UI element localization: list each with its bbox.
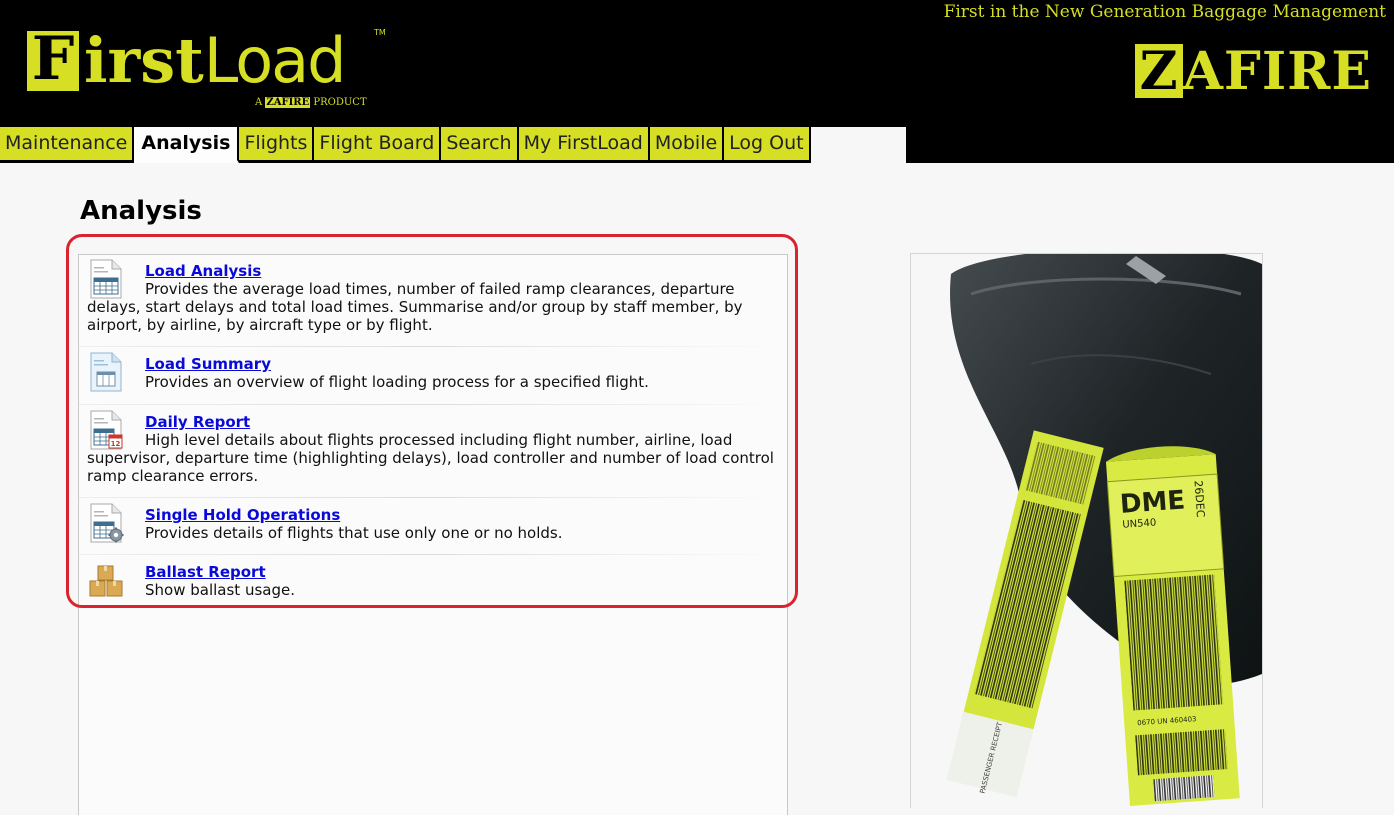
zafire-logo-text: AFIRE	[1182, 41, 1372, 102]
load-summary-link[interactable]: Load Summary	[145, 355, 271, 373]
daily-report-description: High level details about flights process…	[87, 431, 774, 485]
ballast-report-link[interactable]: Ballast Report	[145, 563, 266, 581]
report-item-load-analysis: Load Analysis Provides the average load …	[79, 255, 787, 347]
tab-my-firstload[interactable]: My FirstLoad	[518, 127, 650, 163]
load-analysis-description: Provides the average load times, number …	[87, 280, 743, 334]
zafire-logo: ZAFIRE	[1134, 41, 1372, 106]
logo-sub-brand: ZAFIRE	[265, 97, 311, 108]
app-header: F irstLoad TM A ZAFIRE PRODUCT First in …	[0, 0, 1394, 127]
logo-wordmark-bold: irst	[84, 24, 204, 97]
daily-report-link[interactable]: Daily Report	[145, 413, 250, 431]
logo-wordmark: irstLoad	[84, 24, 347, 97]
report-item-single-hold-operations: Single Hold Operations Provides details …	[79, 499, 787, 555]
tab-mobile[interactable]: Mobile	[649, 127, 725, 163]
load-analysis-link[interactable]: Load Analysis	[145, 262, 261, 280]
main-nav: Maintenance Analysis Flights Flight Boar…	[0, 127, 811, 163]
load-summary-description: Provides an overview of flight loading p…	[145, 373, 649, 391]
item-separator	[79, 554, 787, 555]
logo-subtitle: A ZAFIRE PRODUCT	[255, 97, 367, 108]
single-hold-operations-link[interactable]: Single Hold Operations	[145, 506, 340, 524]
tab-analysis[interactable]: Analysis	[134, 127, 240, 163]
header-tagline: First in the New Generation Baggage Mana…	[943, 2, 1386, 22]
logo-f-block: F	[27, 24, 79, 94]
baggage-tags-image: PASSENGER RECEIPT DME UN540 26DEC 0670 U…	[911, 254, 1262, 808]
tab-search[interactable]: Search	[441, 127, 519, 163]
item-separator	[79, 404, 787, 405]
item-separator	[79, 346, 787, 347]
page-title: Analysis	[80, 196, 202, 226]
ballast-report-description: Show ballast usage.	[145, 581, 295, 599]
firstload-logo[interactable]: F irstLoad TM A ZAFIRE PRODUCT	[22, 22, 402, 117]
logo-letter: F	[31, 24, 75, 94]
nav-underline	[906, 160, 1394, 163]
tab-flights[interactable]: Flights	[239, 127, 315, 163]
report-item-ballast-report: Ballast Report Show ballast usage.	[79, 556, 787, 612]
tab-log-out[interactable]: Log Out	[724, 127, 811, 163]
analysis-report-panel: Load Analysis Provides the average load …	[78, 254, 788, 815]
logo-sub-prefix: A	[255, 97, 263, 108]
tag-date: 26DEC	[1192, 480, 1208, 518]
nav-bar-fill	[906, 127, 1394, 160]
tag-destination-code: DME	[1119, 485, 1186, 519]
logo-trademark: TM	[374, 28, 386, 37]
item-separator	[79, 497, 787, 498]
logo-sub-suffix: PRODUCT	[313, 97, 367, 108]
logo-wordmark-light: Load	[203, 24, 347, 97]
tab-flight-board[interactable]: Flight Board	[314, 127, 442, 163]
tab-maintenance[interactable]: Maintenance	[0, 127, 135, 163]
report-item-daily-report: 12 Daily Report High level details about…	[79, 406, 787, 498]
report-item-load-summary: Load Summary Provides an overview of fli…	[79, 348, 787, 405]
single-hold-operations-description: Provides details of flights that use onl…	[145, 524, 563, 542]
zafire-logo-letter: Z	[1134, 44, 1183, 100]
baggage-tags-photo: PASSENGER RECEIPT DME UN540 26DEC 0670 U…	[910, 253, 1263, 808]
